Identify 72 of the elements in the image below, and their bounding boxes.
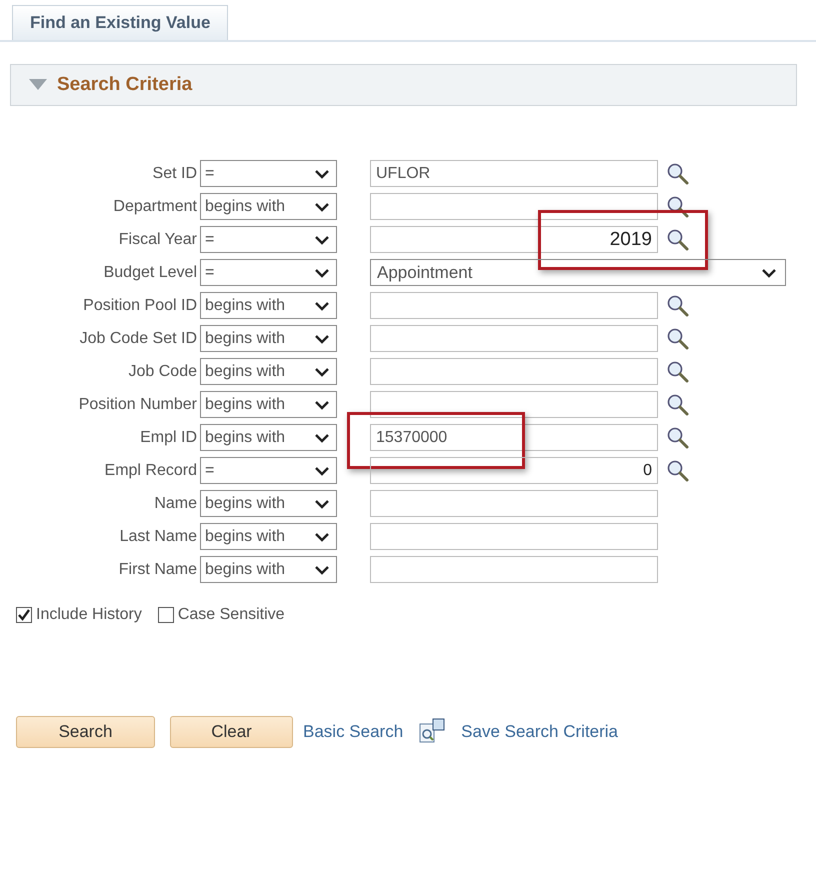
value-dropdown[interactable]: Appointment — [370, 259, 786, 286]
field-label: Job Code Set ID — [78, 330, 198, 348]
chevron-icon — [314, 498, 330, 510]
value-field[interactable] — [370, 292, 658, 319]
field-label: Position Pool ID — [82, 296, 198, 314]
field-label: Empl ID — [139, 428, 198, 446]
operator-dropdown[interactable]: begins with — [200, 490, 337, 517]
value-field[interactable] — [370, 391, 658, 418]
search-icon[interactable] — [666, 294, 690, 318]
operator-dropdown[interactable]: = — [200, 457, 337, 484]
operator-dropdown[interactable]: = — [200, 226, 337, 253]
search-icon[interactable] — [666, 162, 690, 186]
value-field[interactable]: UFLOR — [370, 160, 658, 187]
field-label: First Name — [118, 560, 198, 578]
chevron-icon — [314, 564, 330, 576]
search-icon[interactable] — [666, 426, 690, 450]
field-label: Position Number — [78, 396, 198, 414]
chevron-icon — [314, 266, 330, 278]
chevron-icon — [314, 300, 330, 312]
operator-dropdown[interactable]: begins with — [200, 391, 337, 418]
value-field[interactable] — [370, 325, 658, 352]
chevron-icon — [314, 398, 330, 410]
chevron-icon — [314, 168, 330, 180]
field-label: Last Name — [118, 528, 198, 546]
search-icon[interactable] — [666, 392, 690, 416]
section-title: Search Criteria — [57, 74, 192, 96]
value-field[interactable]: 2019 — [370, 226, 658, 253]
operator-dropdown[interactable]: begins with — [200, 325, 337, 352]
chevron-icon — [314, 530, 330, 542]
operator-dropdown[interactable]: begins with — [200, 358, 337, 385]
value-field[interactable] — [370, 523, 658, 550]
checkbox-label: Include History — [36, 606, 142, 624]
chevron-icon — [314, 332, 330, 344]
value-field[interactable] — [370, 193, 658, 220]
operator-dropdown[interactable]: begins with — [200, 556, 337, 583]
link[interactable]: Save Search Criteria — [461, 722, 618, 742]
tab[interactable]: Find an Existing Value — [12, 5, 228, 40]
field-label: Set ID — [152, 164, 198, 182]
chevron-icon — [314, 234, 330, 246]
value-field[interactable]: 15370000 — [370, 424, 658, 451]
link[interactable]: Basic Search — [303, 722, 404, 742]
operator-dropdown[interactable]: = — [200, 259, 337, 286]
action-button[interactable]: Search — [16, 716, 155, 748]
chevron-icon — [314, 200, 330, 212]
chevron-icon — [314, 432, 330, 444]
search-icon[interactable] — [666, 458, 690, 482]
checkbox[interactable] — [158, 607, 174, 623]
operator-dropdown[interactable]: begins with — [200, 292, 337, 319]
field-label: Job Code — [128, 362, 198, 380]
field-label: Name — [153, 494, 198, 512]
field-label: Department — [112, 198, 198, 216]
search-icon[interactable] — [666, 326, 690, 350]
search-icon[interactable] — [666, 360, 690, 384]
checkbox[interactable] — [16, 607, 32, 623]
operator-dropdown[interactable]: = — [200, 160, 337, 187]
value-field[interactable] — [370, 556, 658, 583]
field-label: Fiscal Year — [118, 230, 198, 248]
operator-dropdown[interactable]: begins with — [200, 193, 337, 220]
search-icon[interactable] — [666, 228, 690, 252]
field-label: Budget Level — [102, 264, 198, 282]
search-icon[interactable] — [666, 194, 690, 218]
checkbox-label: Case Sensitive — [178, 606, 285, 624]
action-button[interactable]: Clear — [170, 716, 293, 748]
field-label: Empl Record — [104, 462, 198, 480]
chevron-icon — [761, 266, 777, 278]
chevron-icon — [314, 464, 330, 476]
operator-dropdown[interactable]: begins with — [200, 523, 337, 550]
value-field[interactable] — [370, 358, 658, 385]
value-field[interactable]: 0 — [370, 457, 658, 484]
value-field[interactable] — [370, 490, 658, 517]
chevron-icon — [314, 366, 330, 378]
operator-dropdown[interactable]: begins with — [200, 424, 337, 451]
